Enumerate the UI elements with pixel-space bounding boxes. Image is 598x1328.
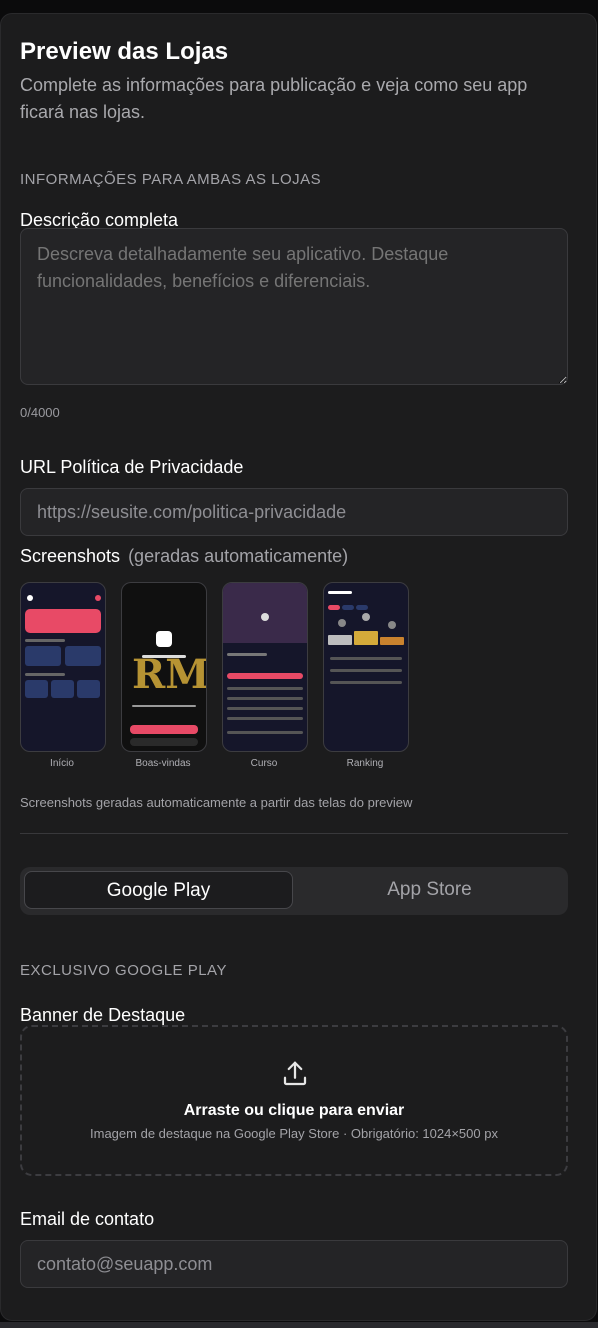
store-tabs: Google Play App Store [20,867,568,915]
phone-mock-inicio [20,582,106,752]
screenshot-caption: Início [50,758,74,769]
screenshot-caption: Boas-vindas [135,758,191,769]
privacy-url-label: URL Política de Privacidade [20,457,244,477]
dropzone-main-text: Arraste ou clique para enviar [183,1102,405,1119]
banner-label: Banner de Destaque [20,1005,186,1025]
screenshot-boas-vindas[interactable]: RM Boas-vindas [121,582,207,769]
email-placeholder: contato@seuapp.com [37,1254,213,1274]
phone-mock-curso [222,582,308,752]
privacy-url-placeholder: https://seusite.com/politica-privacidade [37,502,347,522]
screenshot-caption: Curso [250,758,278,769]
screenshot-caption: Ranking [346,758,384,769]
screenshot-inicio[interactable]: Início [20,582,106,769]
page-title: Preview das Lojas [20,38,229,65]
phone-mock-ranking [323,582,409,752]
phone-mock-boas-vindas: RM [121,582,207,752]
dropzone-sub-text: Imagem de destaque na Google Play Store … [90,1126,498,1141]
upload-icon [283,1061,307,1086]
tab-google-play[interactable]: Google Play [24,871,293,909]
section-label-both-stores: INFORMAÇÕES PARA AMBAS AS LOJAS [20,171,322,188]
page-subtitle: Complete as informações para publicação … [20,75,528,122]
screenshots-title: Screenshots (geradas automaticamente) [20,546,348,567]
screenshots-note: (geradas automaticamente) [128,546,349,566]
tab-app-store[interactable]: App Store [295,871,564,909]
email-input[interactable]: contato@seuapp.com [20,1240,568,1288]
screenshot-ranking[interactable]: Ranking [323,582,409,769]
screenshot-curso[interactable]: Curso [222,582,308,769]
banner-dropzone[interactable]: Arraste ou clique para enviar Imagem de … [20,1025,568,1176]
screenshots-label: Screenshots [20,546,121,566]
description-textarea[interactable] [20,228,568,385]
section-label-google-play: EXCLUSIVO GOOGLE PLAY [20,962,227,979]
email-label: Email de contato [20,1209,155,1229]
privacy-url-input[interactable]: https://seusite.com/politica-privacidade [20,488,568,536]
divider [20,833,568,834]
description-char-counter: 0/4000 [20,405,60,420]
screenshots-footer-note: Screenshots geradas automaticamente a pa… [20,795,413,810]
taskbar-strip [0,1322,598,1328]
rm-logo-icon: RM [132,651,207,698]
